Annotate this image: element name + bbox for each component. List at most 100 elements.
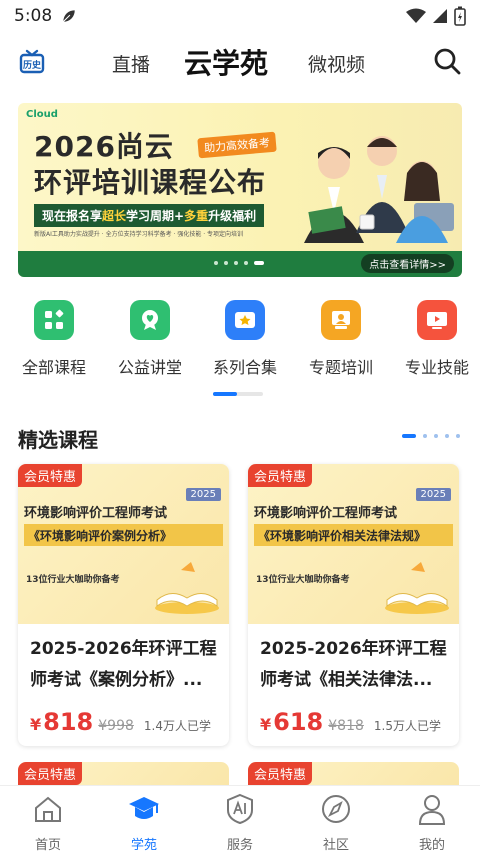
- battery-icon: [454, 6, 466, 26]
- category-topic-training[interactable]: 专题培训: [301, 300, 381, 378]
- original-price: ¥998: [98, 718, 134, 734]
- banner-title-line1: 2026尚云: [34, 130, 174, 163]
- bottom-nav-academy[interactable]: 学苑: [114, 792, 174, 853]
- play-screen-icon: [417, 300, 457, 340]
- tab-academy[interactable]: 云学苑: [184, 42, 268, 82]
- banner-title-line2: 环评培训课程公布: [34, 166, 267, 199]
- banner-dot-active: [254, 261, 264, 265]
- course-name: 2025-2026年环评工程师考试《案例分析》...: [30, 639, 217, 690]
- tab-live[interactable]: 直播: [112, 50, 150, 77]
- presenter-icon: [321, 300, 361, 340]
- cover-footer: 13位行业大咖助你备考: [256, 575, 350, 585]
- bottom-nav-label: 社区: [322, 838, 349, 853]
- status-icons: [406, 6, 466, 26]
- cover-footer: 13位行业大咖助你备考: [26, 575, 120, 585]
- category-professional-skills[interactable]: 专业技能: [397, 300, 477, 378]
- banner-offer-stripe: 现在报名享超长学习周期+多重升级福利: [34, 204, 265, 227]
- history-icon-text: 历史: [23, 59, 42, 71]
- currency-symbol: ¥: [30, 715, 42, 734]
- banner-pager: [214, 261, 264, 265]
- bottom-nav-label: 学苑: [130, 838, 157, 853]
- bottom-nav-home[interactable]: 首页: [18, 792, 78, 853]
- compass-icon: [322, 795, 350, 823]
- vip-badge: 会员特惠: [18, 762, 83, 785]
- course-name: 2025-2026年环评工程师考试《相关法律法...: [260, 639, 447, 690]
- course-price-value: 818: [43, 708, 94, 736]
- vip-badge: 会员特惠: [248, 762, 313, 785]
- cover-subtitle: 《环境影响评价案例分析》: [24, 524, 223, 546]
- bottom-nav-community[interactable]: 社区: [306, 792, 366, 853]
- bottom-nav-label: 我的: [418, 838, 445, 853]
- search-button[interactable]: [432, 46, 462, 76]
- banner-stripe-highlight-2: 多重: [184, 209, 209, 223]
- cover-year: 2025: [185, 488, 221, 501]
- vip-badge: 会员特惠: [248, 464, 313, 487]
- course-price: ¥618: [260, 708, 323, 736]
- bottom-nav-service[interactable]: 服务: [210, 792, 270, 853]
- ai-shield-icon: [227, 793, 253, 825]
- bottom-nav-label: 服务: [226, 838, 253, 853]
- featured-pager: [402, 434, 460, 438]
- course-card[interactable]: 会员特惠 2025 环境影响评价工程师考试 《环境影响评价相关法律法规》 13位…: [248, 464, 459, 746]
- wifi-icon: [406, 8, 426, 23]
- bottom-nav: 首页 学苑 服务 社区 我的: [0, 785, 480, 853]
- category-label: 专题培训: [308, 358, 373, 377]
- cover-title: 环境影响评价工程师考试: [254, 506, 398, 521]
- course-price-value: 618: [273, 708, 324, 736]
- cover-subtitle: 《环境影响评价相关法律法规》: [254, 524, 453, 546]
- category-label: 专业技能: [404, 358, 469, 377]
- featured-dot: [434, 434, 438, 438]
- graduation-cap-icon: [129, 797, 159, 819]
- featured-dot: [423, 434, 427, 438]
- featured-dot-active: [402, 434, 416, 438]
- category-row: 全部课程 公益讲堂 系列合集 专题培训 专业技能: [0, 300, 480, 390]
- history-button[interactable]: 历史: [18, 48, 46, 76]
- cover-year: 2025: [415, 488, 451, 501]
- price-row: ¥818 ¥998 1.4万人已学: [30, 708, 211, 736]
- vip-badge: 会员特惠: [18, 464, 83, 487]
- category-label: 公益讲堂: [117, 358, 182, 377]
- cover-title: 环境影响评价工程师考试: [24, 506, 168, 521]
- category-scroll-thumb: [213, 392, 237, 396]
- featured-dot: [456, 434, 460, 438]
- star-box-icon: [225, 300, 265, 340]
- category-label: 全部课程: [21, 358, 86, 377]
- banner-dot: [214, 261, 218, 265]
- category-public-lectures[interactable]: 公益讲堂: [110, 300, 190, 378]
- category-label: 系列合集: [212, 358, 277, 377]
- tab-micro-video[interactable]: 微视频: [308, 50, 365, 77]
- history-tv-icon: 历史: [19, 49, 45, 74]
- category-scroll-indicator: [213, 392, 263, 396]
- banner-logo: Cloud: [26, 109, 58, 120]
- course-cover: 会员特惠 2025 环境影响评价工程师考试 《环境影响评价案例分析》 13位行业…: [18, 464, 229, 624]
- promo-banner[interactable]: Cloud 2026尚云 助力高效备考 环评培训课程公布 现在报名享超长学习周期…: [18, 103, 462, 277]
- category-all-courses[interactable]: 全部课程: [14, 300, 94, 378]
- bottom-nav-profile[interactable]: 我的: [402, 792, 462, 853]
- banner-stripe-suffix: 升级福利: [208, 209, 257, 223]
- bottom-nav-label: 首页: [34, 838, 61, 853]
- banner-fine-print: 新版AI工具助力实战提升 · 全方位支持学习科学备考 · 强化技能 · 专项定向…: [34, 231, 244, 238]
- original-price: ¥818: [328, 718, 364, 734]
- learner-count: 1.4万人已学: [143, 719, 211, 733]
- featured-dot: [445, 434, 449, 438]
- course-price: ¥818: [30, 708, 93, 736]
- banner-dot: [244, 261, 248, 265]
- banner-stripe-prefix: 现在报名享: [42, 209, 103, 223]
- section-title-featured: 精选课程: [18, 428, 98, 452]
- learner-count: 1.5万人已学: [373, 719, 441, 733]
- search-icon: [434, 48, 461, 75]
- grid-icon: [34, 300, 74, 340]
- price-row: ¥618 ¥818 1.5万人已学: [260, 708, 441, 736]
- category-series[interactable]: 系列合集: [205, 300, 285, 378]
- banner-dot: [224, 261, 228, 265]
- leaf-icon: [62, 9, 77, 23]
- banner-cta[interactable]: 点击查看详情>>: [361, 254, 454, 273]
- banner-dot: [234, 261, 238, 265]
- book-illustration: [385, 562, 449, 614]
- currency-symbol: ¥: [260, 715, 272, 734]
- book-illustration: [155, 562, 219, 614]
- banner-people-illustration: [304, 136, 454, 243]
- status-bar: 5:08: [0, 0, 480, 32]
- heart-badge-icon: [130, 300, 170, 340]
- course-card[interactable]: 会员特惠 2025 环境影响评价工程师考试 《环境影响评价案例分析》 13位行业…: [18, 464, 229, 746]
